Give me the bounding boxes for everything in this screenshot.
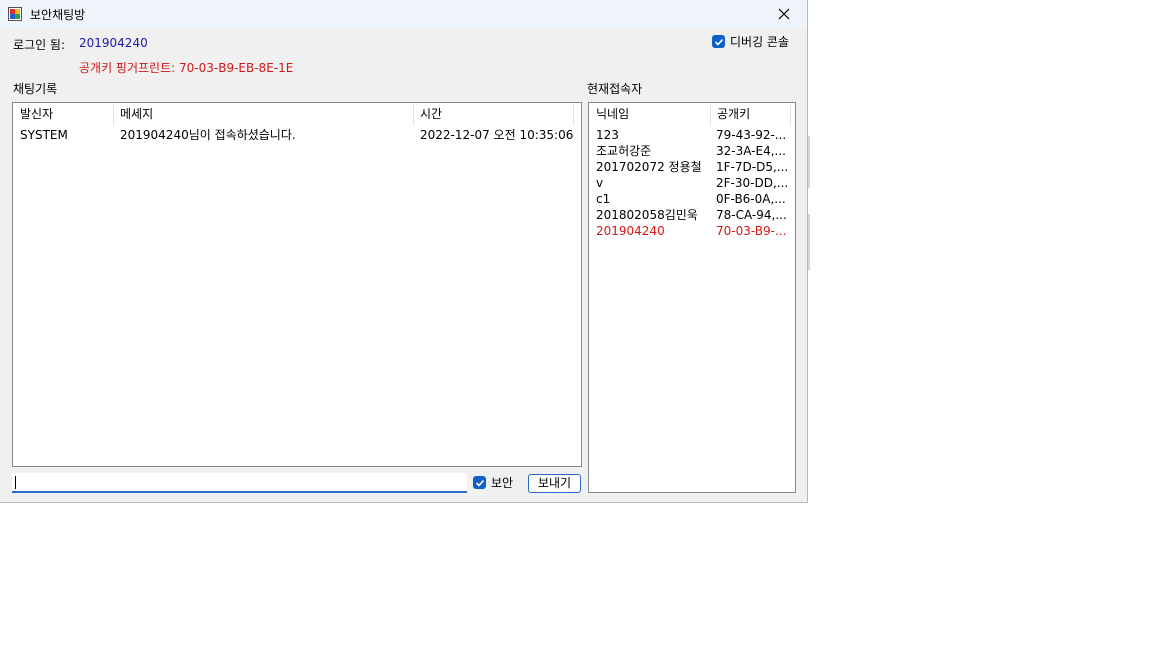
background-window-edge	[808, 136, 810, 188]
checkmark-icon	[714, 38, 723, 46]
background-window-edge	[808, 214, 810, 270]
window-title: 보안채팅방	[30, 8, 86, 22]
user-nickname: 조교허강준	[596, 144, 652, 158]
fingerprint-value: 70-03-B9-EB-8E-1E	[179, 61, 294, 75]
user-list[interactable]: 닉네임 공개키 123 79-43-92-... 조교허강준 32-3A-E4,…	[588, 102, 796, 493]
debug-console-label[interactable]: 디버깅 콘솔	[730, 33, 789, 50]
user-public-key: 70-03-B9-...	[716, 224, 787, 238]
column-header-sender[interactable]: 발신자	[13, 103, 113, 125]
user-nickname: 201702072 정용철	[596, 160, 702, 174]
row-message: 201904240님이 접속하셨습니다.	[120, 128, 296, 142]
text-caret	[15, 476, 16, 489]
row-time: 2022-12-07 오전 10:35:06	[420, 128, 574, 142]
user-public-key: 79-43-92-...	[716, 128, 787, 142]
login-label: 로그인 됨:	[13, 38, 66, 52]
column-divider[interactable]	[790, 105, 791, 125]
chat-window: 보안채팅방 로그인 됨: 201904240 공개키 핑거프린트: 70-03-…	[0, 0, 808, 503]
chat-log-title: 채팅기록	[13, 82, 58, 96]
users-title: 현재접속자	[587, 82, 643, 96]
column-header-time[interactable]: 시간	[413, 103, 573, 125]
column-header-nickname[interactable]: 닉네임	[589, 103, 710, 125]
fingerprint-label: 공개키 핑거프린트:	[79, 61, 176, 75]
user-nickname: v	[596, 176, 604, 190]
user-nickname: 201802058김민욱	[596, 208, 698, 222]
column-divider[interactable]	[573, 105, 574, 125]
message-input[interactable]	[12, 473, 467, 493]
checkmark-icon	[475, 479, 484, 487]
fingerprint-text: 공개키 핑거프린트: 70-03-B9-EB-8E-1E	[79, 59, 293, 76]
title-bar[interactable]: 보안채팅방	[0, 0, 807, 28]
secure-checkbox[interactable]	[473, 476, 486, 489]
close-icon	[778, 8, 790, 20]
user-nickname: 201904240	[596, 224, 665, 238]
user-public-key: 0F-B6-0A,...	[716, 192, 786, 206]
send-button[interactable]: 보내기	[528, 474, 581, 493]
row-sender: SYSTEM	[20, 128, 68, 142]
column-header-message[interactable]: 메세지	[113, 103, 413, 125]
user-public-key: 1F-7D-D5,...	[716, 160, 788, 174]
debug-console-checkbox[interactable]	[712, 35, 725, 48]
user-public-key: 2F-30-DD,...	[716, 176, 788, 190]
close-button[interactable]	[761, 0, 807, 28]
user-nickname: c1	[596, 192, 611, 206]
app-icon	[8, 7, 22, 21]
login-user-id: 201904240	[79, 36, 148, 50]
column-header-public-key[interactable]: 공개키	[710, 103, 790, 125]
user-nickname: 123	[596, 128, 619, 142]
secure-label[interactable]: 보안	[491, 474, 513, 491]
user-public-key: 32-3A-E4,...	[716, 144, 786, 158]
user-public-key: 78-CA-94,...	[716, 208, 787, 222]
chat-log-list[interactable]: 발신자 메세지 시간 SYSTEM 201904240님이 접속하셨습니다. 2…	[12, 102, 582, 467]
